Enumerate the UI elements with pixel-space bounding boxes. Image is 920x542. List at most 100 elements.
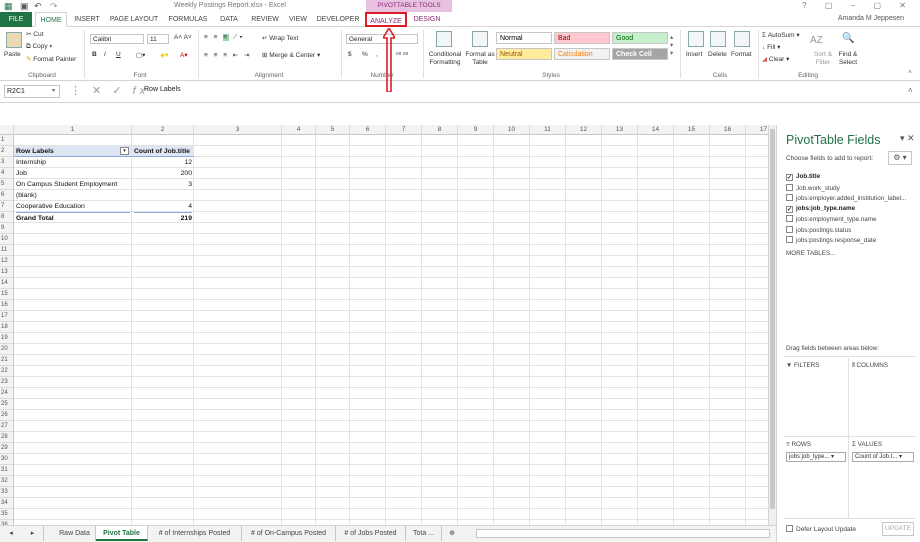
column-header[interactable]: 1 (14, 125, 132, 135)
merge-center-button[interactable]: ⊞ Merge & Center ▾ (262, 51, 320, 59)
tab-insert[interactable]: INSERT (72, 12, 102, 27)
formula-content[interactable]: Row Labels (144, 86, 181, 93)
expand-formula-icon[interactable]: ˄ (908, 86, 913, 95)
column-header[interactable]: 8 (422, 125, 458, 135)
more-tables-link[interactable]: MORE TABLES... (786, 250, 835, 257)
font-color-icon[interactable]: A▾ (180, 51, 188, 59)
field-list-item[interactable]: jobs:postings.response_date (786, 236, 876, 244)
update-button[interactable]: UPDATE (882, 522, 914, 536)
field-list-item[interactable]: ✓ jobs:job_type.name (786, 205, 855, 213)
pivot-row-labels-header[interactable]: Row Labels (16, 146, 130, 157)
pivot-row-label[interactable]: Cooperative Education (16, 201, 130, 212)
row-header[interactable]: 11 (0, 245, 14, 256)
collapse-ribbon-icon[interactable]: ˄ (908, 69, 912, 76)
row-header[interactable]: 29 (0, 443, 14, 454)
tab-formulas[interactable]: FORMULAS (166, 12, 210, 27)
sort-filter-icon[interactable]: AZ (810, 35, 823, 46)
row-header[interactable]: 35 (0, 509, 14, 520)
grand-total-value[interactable]: 219 (134, 212, 192, 223)
autosum-button[interactable]: Σ AutoSum ▾ (762, 31, 800, 39)
percent-button[interactable]: % (362, 51, 368, 58)
row-header[interactable]: 5 (0, 179, 14, 190)
wrap-text-button[interactable]: ↵ Wrap Text (262, 34, 298, 42)
select-all-corner[interactable] (0, 125, 14, 135)
row-header[interactable]: 25 (0, 399, 14, 410)
column-header[interactable]: 12 (566, 125, 602, 135)
row-header[interactable]: 32 (0, 476, 14, 487)
row-header[interactable]: 22 (0, 366, 14, 377)
row-header[interactable]: 1 (0, 135, 14, 146)
pivot-row-label[interactable]: On Campus Student Employment (16, 179, 130, 190)
italic-button[interactable]: I (104, 51, 106, 58)
row-header[interactable]: 12 (0, 256, 14, 267)
row-header[interactable]: 23 (0, 377, 14, 388)
checkbox[interactable]: ✓ (786, 205, 793, 213)
pivot-row-value[interactable]: 4 (134, 201, 192, 212)
checkbox[interactable] (786, 525, 793, 532)
column-header[interactable]: 5 (316, 125, 350, 135)
column-header[interactable]: 17 (746, 125, 768, 135)
gear-icon[interactable]: ⚙ ▾ (888, 151, 912, 165)
panel-close-icon[interactable]: ▾ ✕ (900, 133, 915, 144)
checkbox[interactable] (786, 183, 793, 191)
row-header[interactable]: 30 (0, 454, 14, 465)
align-left-icon[interactable]: ≡ ≡ ≡ ⇤ ⇥ (204, 51, 252, 59)
field-list-item[interactable]: ✓ Job.title (786, 173, 820, 181)
row-header[interactable]: 21 (0, 355, 14, 366)
column-header[interactable]: 15 (674, 125, 710, 135)
row-header[interactable]: 18 (0, 322, 14, 333)
style-normal[interactable]: Normal (496, 32, 552, 44)
column-header[interactable]: 10 (494, 125, 530, 135)
vertical-scrollbar[interactable] (768, 125, 776, 525)
format-button[interactable]: Format (731, 51, 752, 58)
checkbox[interactable] (786, 194, 793, 201)
copy-button[interactable]: ⧉ Copy ▾ (26, 43, 52, 51)
sort-filter-button[interactable]: Sort & Filter (810, 51, 836, 67)
pivot-row-value[interactable]: 3 (134, 179, 192, 190)
column-header[interactable]: 16 (710, 125, 746, 135)
grow-font-icon[interactable]: A˄ A˅ (174, 34, 192, 41)
pivot-row-label[interactable]: Internship (16, 157, 130, 168)
filter-dropdown-icon[interactable]: ▾ (120, 147, 129, 155)
row-header[interactable]: 4 (0, 168, 14, 179)
column-header[interactable]: 6 (350, 125, 386, 135)
row-header[interactable]: 31 (0, 465, 14, 476)
font-size-select[interactable]: 11 (147, 34, 169, 44)
pivot-values-header[interactable]: Count of Job.title (134, 146, 192, 157)
tab-file[interactable]: FILE (0, 12, 32, 27)
row-header[interactable]: 20 (0, 344, 14, 355)
pivot-row-value[interactable]: 200 (134, 168, 192, 179)
delete-button[interactable]: Delete (708, 51, 727, 58)
tab-home[interactable]: HOME (35, 12, 67, 27)
row-header[interactable]: 13 (0, 267, 14, 278)
tab-review[interactable]: REVIEW (250, 12, 280, 27)
row-header[interactable]: 7 (0, 201, 14, 212)
column-header[interactable]: 11 (530, 125, 566, 135)
paste-button[interactable]: Paste (4, 51, 21, 58)
style-good[interactable]: Good (612, 32, 668, 44)
font-name-select[interactable]: Calibri (90, 34, 144, 44)
checkbox[interactable]: ✓ (786, 174, 793, 181)
binoculars-icon[interactable]: 🔍 (842, 33, 854, 44)
formula-icons[interactable]: ⋮ ✕ ✓ fx (70, 84, 149, 97)
tab-page-layout[interactable]: PAGE LAYOUT (108, 12, 160, 27)
column-header[interactable]: 3 (194, 125, 282, 135)
row-header[interactable]: 2 (0, 146, 14, 157)
pivot-row-label[interactable]: (blank) (16, 190, 130, 201)
row-header[interactable]: 8 (0, 212, 14, 223)
row-header[interactable]: 3 (0, 157, 14, 168)
row-header[interactable]: 24 (0, 388, 14, 399)
bold-button[interactable]: B (92, 51, 97, 58)
row-header[interactable]: 9 (0, 223, 14, 234)
format-cells-icon[interactable] (734, 31, 750, 47)
number-format-select[interactable]: General (346, 34, 418, 44)
field-list-item[interactable]: jobs:employment_type.name (786, 215, 877, 223)
pivot-row-value[interactable] (134, 190, 192, 201)
row-header[interactable]: 14 (0, 278, 14, 289)
field-list-item[interactable]: jobs:postings.status (786, 225, 851, 234)
align-bottom-icon[interactable]: ≡ (223, 34, 229, 41)
sheet-tab-raw-data[interactable]: Raw Data (54, 526, 96, 541)
format-table-icon[interactable] (472, 31, 488, 47)
pivot-row-value[interactable]: 12 (134, 157, 192, 168)
insert-cells-icon[interactable] (688, 31, 704, 47)
